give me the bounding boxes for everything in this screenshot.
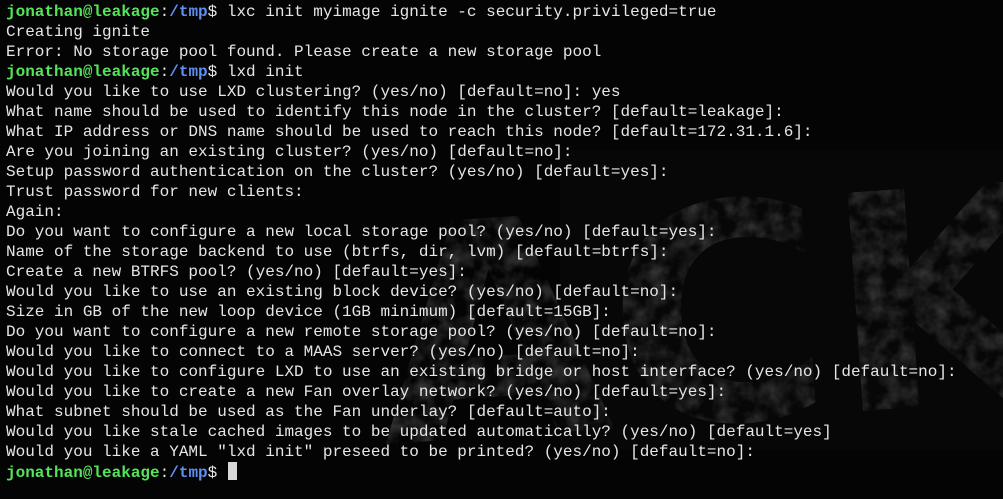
output-line: Creating ignite [6,23,151,41]
prompt-colon: : [159,63,170,81]
output-line: Would you like to use LXD clustering? (y… [6,83,621,101]
prompt-suffix: $ [207,63,227,81]
prompt-suffix: $ [207,3,227,21]
output-line: Would you like to connect to a MAAS serv… [6,343,640,361]
output-line: Create a new BTRFS pool? (yes/no) [defau… [6,263,467,281]
output-line: Trust password for new clients: [6,183,304,201]
text-cursor[interactable] [227,462,237,480]
terminal-output: jonathan@leakage:/tmp$ lxc init myimage … [6,2,1003,482]
prompt-user-host: jonathan@leakage [6,464,160,482]
output-line: What name should be used to identify thi… [6,103,784,121]
output-line: Would you like to use an existing block … [6,283,679,301]
output-line: Are you joining an existing cluster? (ye… [6,143,573,161]
output-line: Do you want to configure a new local sto… [6,223,717,241]
prompt-line: jonathan@leakage:/tmp$ [6,462,1003,482]
command-text: lxc init myimage ignite -c security.priv… [226,3,717,21]
output-line: Setup password authentication on the clu… [6,163,669,181]
prompt-user-host: jonathan@leakage [6,63,160,81]
prompt-colon: : [159,464,170,482]
prompt-path: /tmp [169,464,208,482]
output-line: Size in GB of the new loop device (1GB m… [6,303,611,321]
prompt-line: jonathan@leakage:/tmp$ lxc init myimage … [6,2,1003,22]
terminal-window[interactable]: ACK jonathan@leakage:/tmp$ lxc init myim… [0,0,1003,499]
output-line: Would you like to create a new Fan overl… [6,383,727,401]
prompt-user-host: jonathan@leakage [6,3,160,21]
output-line: What IP address or DNS name should be us… [6,123,813,141]
output-line: What subnet should be used as the Fan un… [6,403,611,421]
output-line: Would you like to configure LXD to use a… [6,363,957,381]
prompt-path: /tmp [169,63,208,81]
output-line: Name of the storage backend to use (btrf… [6,243,669,261]
output-line: Would you like stale cached images to be… [6,423,832,441]
command-text: lxd init [226,63,304,81]
output-line: Would you like a YAML "lxd init" preseed… [6,443,755,461]
prompt-colon: : [159,3,170,21]
output-line: Error: No storage pool found. Please cre… [6,43,602,61]
output-line: Do you want to configure a new remote st… [6,323,717,341]
prompt-suffix: $ [207,464,227,482]
prompt-path: /tmp [169,3,208,21]
prompt-line: jonathan@leakage:/tmp$ lxd init [6,62,1003,82]
output-line: Again: [6,203,64,221]
